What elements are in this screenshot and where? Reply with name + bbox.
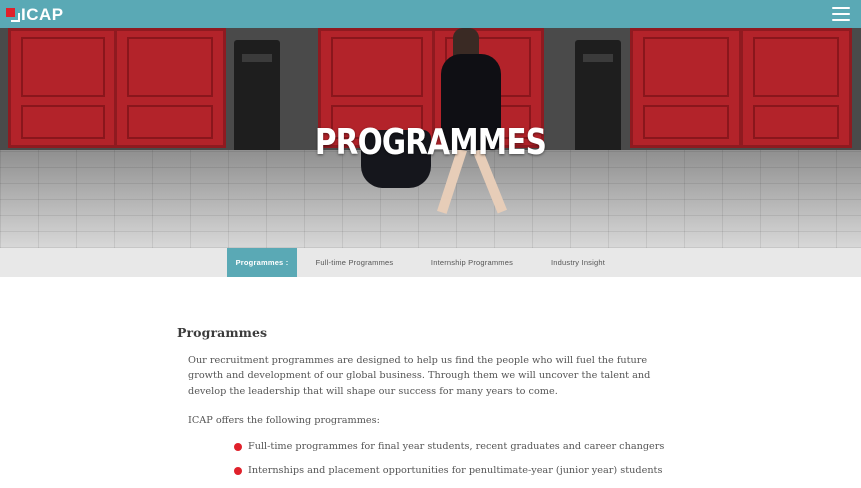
programmes-list: Full-time programmes for final year stud…	[234, 441, 697, 477]
tab-industry-insight[interactable]: Industry Insight	[532, 248, 624, 277]
bullet-dot-icon	[234, 466, 242, 475]
list-item: Full-time programmes for final year stud…	[234, 441, 697, 453]
icap-logo-mark-icon	[6, 6, 20, 22]
bullet-dot-icon	[234, 442, 242, 451]
logo-text: ICAP	[21, 4, 64, 24]
icap-logo[interactable]: ICAP	[6, 0, 64, 28]
tab-programmes[interactable]: Programmes :	[227, 248, 297, 277]
main-content: Programmes Our recruitment programmes ar…	[177, 325, 697, 488]
list-item-text: Internships and placement opportunities …	[248, 464, 663, 476]
tab-internship-programmes[interactable]: Internship Programmes	[412, 248, 532, 277]
list-item-text: Full-time programmes for final year stud…	[248, 440, 665, 452]
hamburger-menu-icon[interactable]	[832, 7, 850, 21]
intro-paragraph: Our recruitment programmes are designed …	[188, 355, 651, 397]
section-subnav: Programmes : Full-time Programmes Intern…	[0, 248, 861, 277]
section-heading: Programmes	[177, 325, 268, 340]
offers-paragraph: ICAP offers the following programmes:	[188, 415, 380, 427]
tab-full-time-programmes[interactable]: Full-time Programmes	[297, 248, 412, 277]
hero-banner: PROGRAMMES	[0, 28, 861, 248]
list-item: Internships and placement opportunities …	[234, 465, 697, 477]
page-title: PROGRAMMES	[314, 122, 547, 163]
top-header-bar: ICAP	[0, 0, 861, 28]
